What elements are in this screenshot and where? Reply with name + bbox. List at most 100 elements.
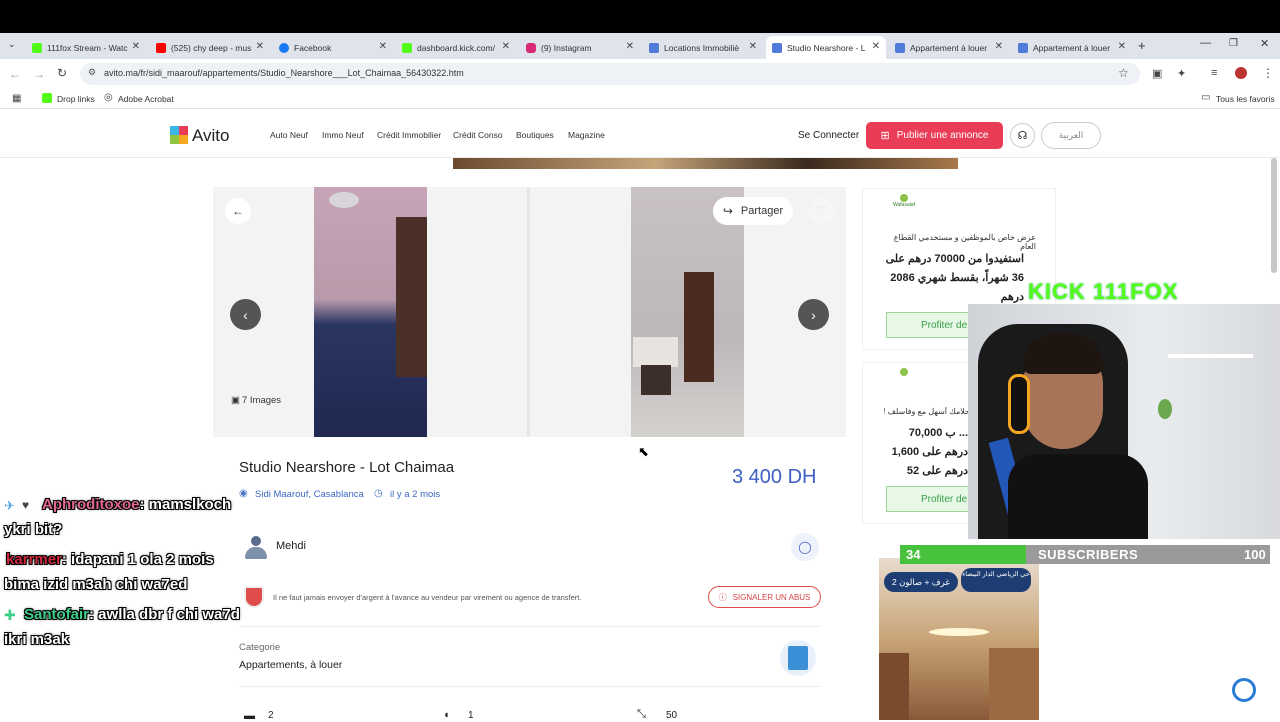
- report-abuse-button[interactable]: ⓘ SIGNALER UN ABUS: [708, 586, 821, 608]
- close-tab-icon[interactable]: ✕: [1118, 41, 1126, 52]
- extension-icon[interactable]: ▣: [1152, 67, 1162, 80]
- plus-icon: ⊞: [880, 130, 890, 142]
- restore-icon[interactable]: ❐: [1229, 38, 1238, 49]
- publish-button[interactable]: ⊞ Publier une annonce: [866, 122, 1003, 149]
- browser-tab[interactable]: (525) chy deep - mus ✕: [150, 36, 270, 59]
- close-window-icon[interactable]: ✕: [1260, 37, 1269, 50]
- browser-tab[interactable]: dashboard.kick.com/✕: [396, 36, 516, 59]
- streamer-body: [1008, 454, 1148, 539]
- chat-text: : idapani 1 ola 2 mois: [61, 551, 214, 568]
- drop-links-icon: [42, 93, 52, 103]
- bookmark-star-icon[interactable]: ☆: [1118, 66, 1129, 80]
- shield-icon: [244, 586, 264, 608]
- ad3-badge-rooms: 2 غرف + صالون: [884, 572, 958, 592]
- site-logo[interactable]: Avito: [192, 126, 230, 146]
- chat-message: karrmer: idapani 1 ola 2 mois: [6, 551, 214, 568]
- close-tab-icon[interactable]: ✕: [379, 41, 387, 52]
- minimize-icon[interactable]: —: [1200, 37, 1211, 49]
- clock-icon: ◷: [374, 488, 383, 499]
- share-icon: ↪: [722, 204, 733, 218]
- gallery-photo-bedroom[interactable]: [314, 187, 427, 437]
- close-tab-icon[interactable]: ✕: [995, 41, 1003, 52]
- puzzle-icon[interactable]: ✦: [1177, 67, 1186, 80]
- all-bookmarks[interactable]: Tous les favoris: [1216, 94, 1275, 104]
- nav-magazine[interactable]: Magazine: [568, 130, 605, 140]
- listing-location[interactable]: Sidi Maarouf, Casablanca: [255, 489, 364, 500]
- site-info-icon[interactable]: ⚙: [88, 67, 96, 78]
- forward-icon[interactable]: →: [33, 67, 45, 81]
- subs-label: SUBSCRIBERS: [1038, 547, 1139, 562]
- chat-message-cont: ykri bit?: [4, 521, 63, 538]
- close-tab-icon[interactable]: ✕: [749, 41, 757, 52]
- gallery-next-button[interactable]: ›: [798, 299, 829, 330]
- chat-message: Santofair: awlla dbr f chi wa7d: [24, 606, 240, 623]
- help-chat-icon[interactable]: [1232, 678, 1256, 702]
- chat-text: : mamslkoch: [139, 496, 232, 513]
- youtube-favicon-icon: [156, 42, 166, 53]
- browser-tab[interactable]: Appartement à louer ✕: [1012, 36, 1132, 59]
- language-button[interactable]: العربية: [1041, 122, 1101, 149]
- top-banner-image: [453, 158, 958, 169]
- back-icon[interactable]: ←: [9, 67, 21, 81]
- nav-auto-neuf[interactable]: Auto Neuf: [270, 130, 308, 140]
- title-bar: [0, 0, 1280, 33]
- bookmark-adobe-acrobat[interactable]: Adobe Acrobat: [118, 94, 174, 104]
- camera-icon: ▣: [231, 395, 240, 406]
- ad2-subtitle: حلامك أسهل مع وفاسلف !: [884, 407, 970, 416]
- browser-tab[interactable]: 111fox Stream - Watc ✕: [26, 36, 146, 59]
- nav-boutiques[interactable]: Boutiques: [516, 130, 554, 140]
- nav-credit-conso[interactable]: Crédit Conso: [453, 130, 503, 140]
- gallery-prev-button[interactable]: ‹: [230, 299, 261, 330]
- listing-price: 3 400 DH: [732, 466, 817, 488]
- profile-icon[interactable]: [1235, 67, 1247, 79]
- location-pin-icon: ◉: [239, 488, 248, 499]
- close-tab-icon[interactable]: ✕: [502, 41, 510, 52]
- browser-tab[interactable]: Facebook ✕: [273, 36, 393, 59]
- back-button[interactable]: ←: [225, 198, 251, 224]
- browser-tab-active[interactable]: Studio Nearshore - L ✕: [766, 36, 886, 59]
- chat-button-icon[interactable]: ◯: [791, 533, 819, 561]
- login-link[interactable]: Se Connecter: [798, 130, 859, 141]
- favorite-heart-icon[interactable]: ♡: [809, 198, 835, 224]
- plant-icon: [1158, 399, 1172, 419]
- images-count-badge[interactable]: ▣ 7 Images: [231, 395, 281, 406]
- facebook-favicon-icon: [279, 42, 289, 53]
- browser-tab[interactable]: Appartement à louer ✕: [889, 36, 1009, 59]
- chat-user: karrmer: [6, 551, 62, 568]
- webcam-feed: [968, 304, 1280, 539]
- chat-badge-icon: ✚: [4, 607, 16, 623]
- tab-strip: ⌄ 111fox Stream - Watc ✕ (525) chy deep -…: [0, 33, 1280, 59]
- mouse-cursor-icon: ⬉: [638, 444, 649, 459]
- avito-logo-icon[interactable]: [170, 126, 188, 144]
- share-button[interactable]: ↪ Partager: [713, 197, 793, 225]
- support-icon[interactable]: ☊: [1010, 123, 1035, 148]
- bath-icon: ◖: [443, 709, 450, 721]
- acrobat-icon: ◎: [104, 92, 113, 103]
- shelf: [1168, 354, 1253, 358]
- close-tab-icon[interactable]: ✕: [626, 41, 634, 52]
- seller-avatar-icon[interactable]: [243, 534, 269, 560]
- reload-icon[interactable]: ↻: [57, 66, 67, 80]
- bookmark-drop-links[interactable]: Drop links: [57, 94, 95, 104]
- close-tab-icon[interactable]: ✕: [872, 41, 880, 52]
- close-tab-icon[interactable]: ✕: [132, 41, 140, 52]
- ad3-badge-location: حي الرياضي الدار البيضاء: [961, 568, 1031, 592]
- browser-tab[interactable]: (9) Instagram ✕: [520, 36, 640, 59]
- seller-name[interactable]: Mehdi: [276, 540, 306, 552]
- close-tab-icon[interactable]: ✕: [256, 41, 264, 52]
- page-scrollbar[interactable]: [1271, 158, 1277, 273]
- url-text[interactable]: avito.ma/fr/sidi_maarouf/appartements/St…: [104, 68, 464, 78]
- chat-heart-icon: ♥: [22, 498, 30, 512]
- listing-time: il y a 2 mois: [390, 489, 441, 500]
- nav-immo-neuf[interactable]: Immo Neuf: [322, 130, 364, 140]
- apps-icon[interactable]: ▦: [12, 93, 21, 104]
- new-tab-icon[interactable]: +: [1138, 38, 1146, 53]
- category-label: Categorie: [239, 642, 281, 653]
- tab-search-icon[interactable]: ⌄: [8, 39, 16, 50]
- nav-credit-immobilier[interactable]: Crédit Immobilier: [377, 130, 441, 140]
- media-icon[interactable]: ≡: [1211, 67, 1217, 79]
- menu-icon[interactable]: ⋮: [1262, 66, 1274, 80]
- divider: [239, 686, 821, 687]
- bed-icon: ▬: [244, 710, 255, 722]
- browser-tab[interactable]: Locations Immobiliè ✕: [643, 36, 763, 59]
